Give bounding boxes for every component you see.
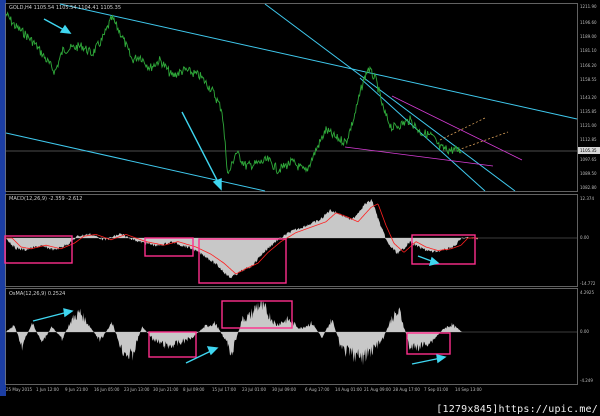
price-tick: 1211.90 <box>580 4 597 9</box>
price-series <box>5 11 462 175</box>
date-tick: 7 Sep 01:00 <box>424 387 449 392</box>
price-tick: 1135.85 <box>580 109 597 114</box>
chart-window: GOLD,H4 1105.54 1105.54 1104.41 1105.35 … <box>0 0 600 416</box>
date-tick: 6 Aug 17:00 <box>305 387 330 392</box>
arrow-osma-2[interactable] <box>185 346 219 364</box>
date-tick: 14 Aug 01:00 <box>335 387 362 392</box>
arrow-price-2[interactable] <box>181 111 222 191</box>
date-tick: 23 Jun 13:00 <box>124 387 150 392</box>
dashed-projection-1 <box>439 117 486 141</box>
osma-tick: 4.2925 <box>580 290 594 295</box>
date-tick: 21 Aug 09:00 <box>364 387 391 392</box>
macd-pane-frame <box>5 194 578 287</box>
date-tick: 14 Sep 13:00 <box>455 387 482 392</box>
osma-tick: 0.00 <box>580 329 589 334</box>
price-pane-label: GOLD,H4 1105.54 1105.54 1104.41 1105.35 <box>9 5 122 11</box>
date-tick: 25 May 2015 <box>6 387 33 392</box>
date-tick: 28 Aug 17:00 <box>393 387 420 392</box>
watermark-text: [1279x845]https://upic.me/ <box>436 404 598 415</box>
price-tick: 1143.20 <box>580 95 597 100</box>
macd-tick: 12.374 <box>580 196 594 201</box>
date-tick: 8 Jul 09:00 <box>183 387 205 392</box>
current-price-tag: 1105.35 <box>580 148 597 153</box>
chart-canvas <box>4 3 600 385</box>
osma-tick: -4.249 <box>580 378 593 383</box>
date-tick: 15 Jul 17:00 <box>212 387 236 392</box>
trend-line-steep[interactable] <box>264 3 516 192</box>
date-tick: 1 Jun 12:00 <box>36 387 59 392</box>
trend-line-inner[interactable] <box>359 77 486 192</box>
channel-line-upper[interactable] <box>59 3 578 120</box>
price-tick: 1166.20 <box>580 63 597 68</box>
price-tick: 1089.50 <box>580 171 597 176</box>
osma-pane-label: OsMA(12,26,9) 0.2524 <box>9 291 66 297</box>
arrow-osma-3[interactable] <box>411 354 447 365</box>
macd-tick: 0.00 <box>580 235 589 240</box>
date-tick: 16 Jun 05:00 <box>94 387 120 392</box>
arrow-osma-1[interactable] <box>32 308 74 322</box>
price-tick: 1189.00 <box>580 34 597 39</box>
date-tick: 23 Jul 01:00 <box>242 387 266 392</box>
date-tick: 30 Jul 09:00 <box>272 387 296 392</box>
arrow-price-1[interactable] <box>43 18 72 34</box>
price-tick: 1196.60 <box>580 20 597 25</box>
magenta-line-lower[interactable] <box>344 146 494 167</box>
price-tick: 1112.85 <box>580 137 597 142</box>
date-tick: 9 Jun 21:00 <box>65 387 88 392</box>
price-tick: 1121.00 <box>580 123 597 128</box>
macd-tick: -14.772 <box>580 281 596 286</box>
price-tick: 1181.10 <box>580 48 597 53</box>
price-tick: 1082.80 <box>580 185 597 190</box>
date-tick: 30 Jun 21:00 <box>153 387 179 392</box>
macd-pane-label: MACD(12,26,9) -2.359 -2.612 <box>9 196 83 202</box>
price-pane-frame <box>5 3 578 192</box>
price-tick: 1158.55 <box>580 77 597 82</box>
price-tick: 1097.65 <box>580 157 597 162</box>
